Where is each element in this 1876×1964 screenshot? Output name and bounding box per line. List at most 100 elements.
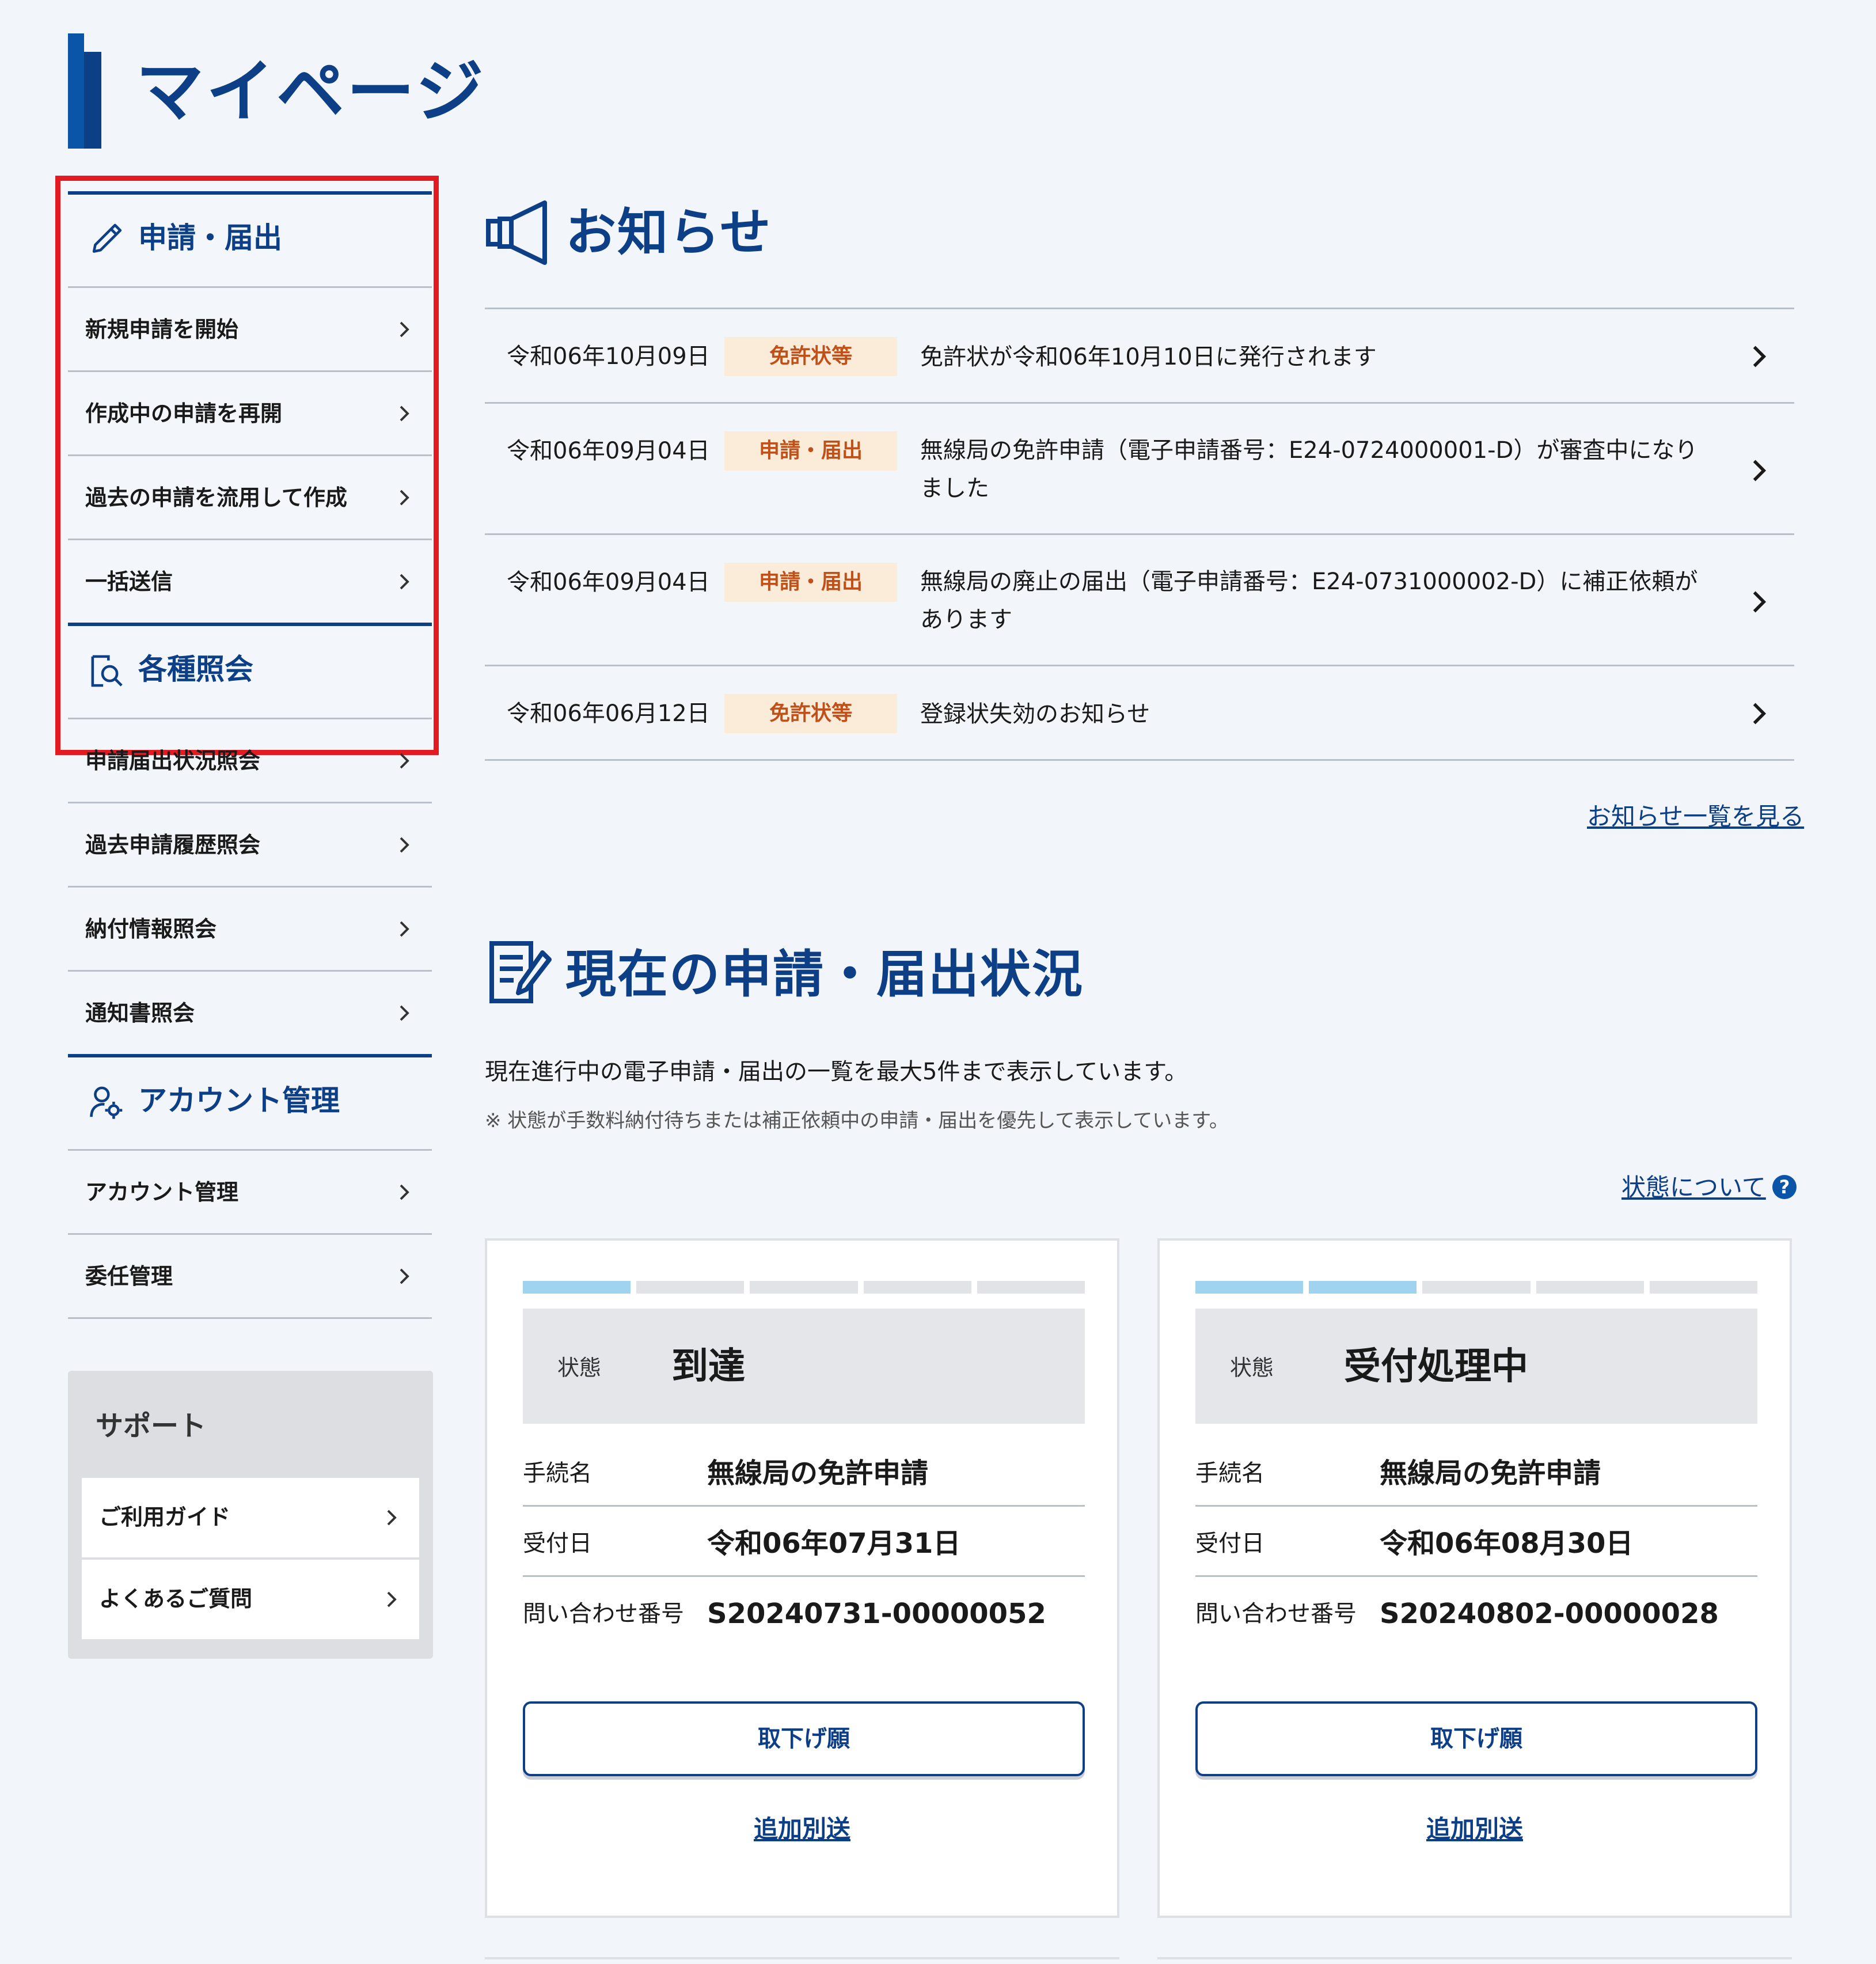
sidebar-section-title: 各種照会 — [138, 653, 253, 686]
chevron-right-icon — [400, 921, 409, 937]
chevron-right-icon — [1753, 460, 1767, 481]
notice-item[interactable]: 令和06年06月12日 免許状等 登録状失効のお知らせ — [485, 665, 1794, 759]
sidebar-item[interactable]: 作成中の申請を再開 — [68, 370, 432, 454]
sidebar-section-header: アカウント管理 — [68, 1054, 432, 1149]
state-box: 状態 受付処理中 — [1195, 1309, 1757, 1424]
procedure-value: 無線局の免許申請 — [707, 1457, 929, 1489]
additional-send-link[interactable]: 追加別送 — [487, 1810, 1117, 1845]
withdraw-button[interactable]: 取下げ願 — [523, 1701, 1085, 1776]
sidebar-section-title: 申請・届出 — [138, 221, 282, 255]
next-card-edge — [1157, 1957, 1792, 1959]
chevron-right-icon — [387, 1591, 397, 1607]
support-title: サポート — [96, 1410, 207, 1442]
megaphone-icon — [486, 200, 547, 265]
chevron-right-icon — [400, 405, 409, 422]
inquiry-value: S20240731-00000052 — [707, 1598, 1046, 1630]
sidebar-item[interactable]: 納付情報照会 — [68, 886, 432, 970]
sidebar-item[interactable]: 申請届出状況照会 — [68, 718, 432, 802]
pencil-icon — [92, 223, 122, 253]
sidebar-item-label: 過去申請履歴照会 — [85, 832, 261, 858]
chevron-right-icon — [387, 1510, 397, 1526]
document-pen-icon — [489, 941, 552, 1003]
additional-send-link[interactable]: 追加別送 — [1160, 1810, 1790, 1845]
support-item-label: よくあるご質問 — [99, 1586, 253, 1612]
procedure-label: 手続名 — [523, 1460, 592, 1487]
progress-step — [863, 1281, 971, 1294]
state-label: 状態 — [1230, 1355, 1274, 1381]
notice-date: 令和06年10月09日 — [507, 343, 710, 370]
chevron-right-icon — [400, 321, 409, 338]
notice-item[interactable]: 令和06年09月04日 申請・届出 無線局の免許申請（電子申請番号：E24-07… — [485, 402, 1794, 533]
received-label: 受付日 — [523, 1530, 592, 1557]
view-all-notices-link[interactable]: お知らせ一覧を見る — [1587, 797, 1804, 832]
inquiry-value: S20240802-00000028 — [1380, 1598, 1719, 1630]
progress-step — [750, 1281, 858, 1294]
chevron-right-icon — [400, 1005, 409, 1021]
status-description: 現在進行中の電子申請・届出の一覧を最大5件まで表示しています。 — [485, 1059, 1188, 1085]
chevron-right-icon — [1753, 591, 1767, 613]
notice-tag: 免許状等 — [724, 337, 897, 376]
sidebar-section-header: 各種照会 — [68, 623, 432, 718]
next-card-edge — [485, 1957, 1119, 1959]
state-label: 状態 — [557, 1355, 602, 1381]
sidebar-item[interactable]: 過去申請履歴照会 — [68, 802, 432, 886]
sidebar-item[interactable]: アカウント管理 — [68, 1149, 432, 1233]
sidebar-item-label: 委任管理 — [85, 1264, 173, 1289]
inquiry-row: 問い合わせ番号 S20240731-00000052 — [523, 1577, 1085, 1647]
notice-item[interactable]: 令和06年10月09日 免許状等 免許状が令和06年10月10日に発行されます — [485, 308, 1794, 402]
notices-title: お知らせ — [565, 203, 772, 262]
title-accent-bar-dark — [84, 52, 101, 149]
sidebar-item-label: 過去の申請を流用して作成 — [85, 485, 347, 510]
status-note: ※ 状態が手数料納付待ちまたは補正依頼中の申請・届出を優先して表示しています。 — [485, 1109, 1229, 1132]
chevron-right-icon — [400, 574, 409, 590]
inquiry-label: 問い合わせ番号 — [1195, 1601, 1357, 1627]
notice-text: 無線局の廃止の届出（電子申請番号：E24-0731000002-D）に補正依頼が… — [920, 568, 1698, 633]
support-item-faq[interactable]: よくあるご質問 — [82, 1560, 419, 1639]
notice-date: 令和06年06月12日 — [507, 700, 710, 727]
sidebar-item[interactable]: 委任管理 — [68, 1233, 432, 1317]
procedure-row: 手続名 無線局の免許申請 — [523, 1436, 1085, 1507]
received-row: 受付日 令和06年07月31日 — [523, 1507, 1085, 1577]
sidebar-item-label: 作成中の申請を再開 — [85, 401, 283, 426]
inquiry-row: 問い合わせ番号 S20240802-00000028 — [1195, 1577, 1757, 1647]
sidebar-item[interactable]: 一括送信 — [68, 539, 432, 623]
sidebar-item-label: 新規申請を開始 — [85, 317, 239, 342]
help-icon[interactable]: ? — [1772, 1175, 1797, 1199]
notice-text: 免許状が令和06年10月10日に発行されます — [920, 344, 1377, 370]
sidebar-item-label: 通知書照会 — [85, 1000, 195, 1026]
withdraw-button[interactable]: 取下げ願 — [1195, 1701, 1757, 1776]
received-value: 令和06年08月30日 — [1380, 1527, 1634, 1560]
sidebar-item[interactable]: 通知書照会 — [68, 970, 432, 1054]
received-row: 受付日 令和06年08月30日 — [1195, 1507, 1757, 1577]
chevron-right-icon — [400, 1268, 409, 1284]
notice-item[interactable]: 令和06年09月04日 申請・届出 無線局の廃止の届出（電子申請番号：E24-0… — [485, 533, 1794, 665]
support-item-label: ご利用ガイド — [99, 1504, 231, 1530]
progress-step — [1536, 1281, 1644, 1294]
status-title: 現在の申請・届出状況 — [565, 945, 1084, 1004]
state-box: 状態 到達 — [523, 1309, 1085, 1424]
state-value: 受付処理中 — [1344, 1345, 1528, 1388]
sidebar-item[interactable]: 新規申請を開始 — [68, 286, 432, 370]
sidebar-item-label: 一括送信 — [85, 569, 173, 594]
chevron-right-icon — [1753, 703, 1767, 725]
divider — [485, 759, 1794, 761]
status-card: 状態 受付処理中 手続名 無線局の免許申請 受付日 令和06年08月30日 問い… — [1157, 1238, 1792, 1918]
support-item-guide[interactable]: ご利用ガイド — [82, 1478, 419, 1557]
chevron-right-icon — [400, 1184, 409, 1200]
about-status-link[interactable]: 状態について — [1621, 1168, 1766, 1203]
progress-step — [1309, 1281, 1417, 1294]
progress-step — [977, 1281, 1085, 1294]
sidebar-section-title: アカウント管理 — [138, 1084, 340, 1117]
notice-tag: 申請・届出 — [724, 563, 897, 602]
sidebar-item[interactable]: 過去の申請を流用して作成 — [68, 454, 432, 539]
divider — [68, 1317, 432, 1319]
progress-bar — [1195, 1281, 1758, 1294]
notice-tag: 申請・届出 — [724, 431, 897, 471]
title-accent-bar — [68, 33, 84, 149]
support-box: サポート ご利用ガイド よくあるご質問 — [68, 1371, 433, 1659]
progress-step — [1649, 1281, 1758, 1294]
sidebar-section-header: 申請・届出 — [68, 191, 432, 286]
chevron-right-icon — [400, 753, 409, 769]
received-label: 受付日 — [1195, 1530, 1264, 1557]
chevron-right-icon — [400, 490, 409, 506]
